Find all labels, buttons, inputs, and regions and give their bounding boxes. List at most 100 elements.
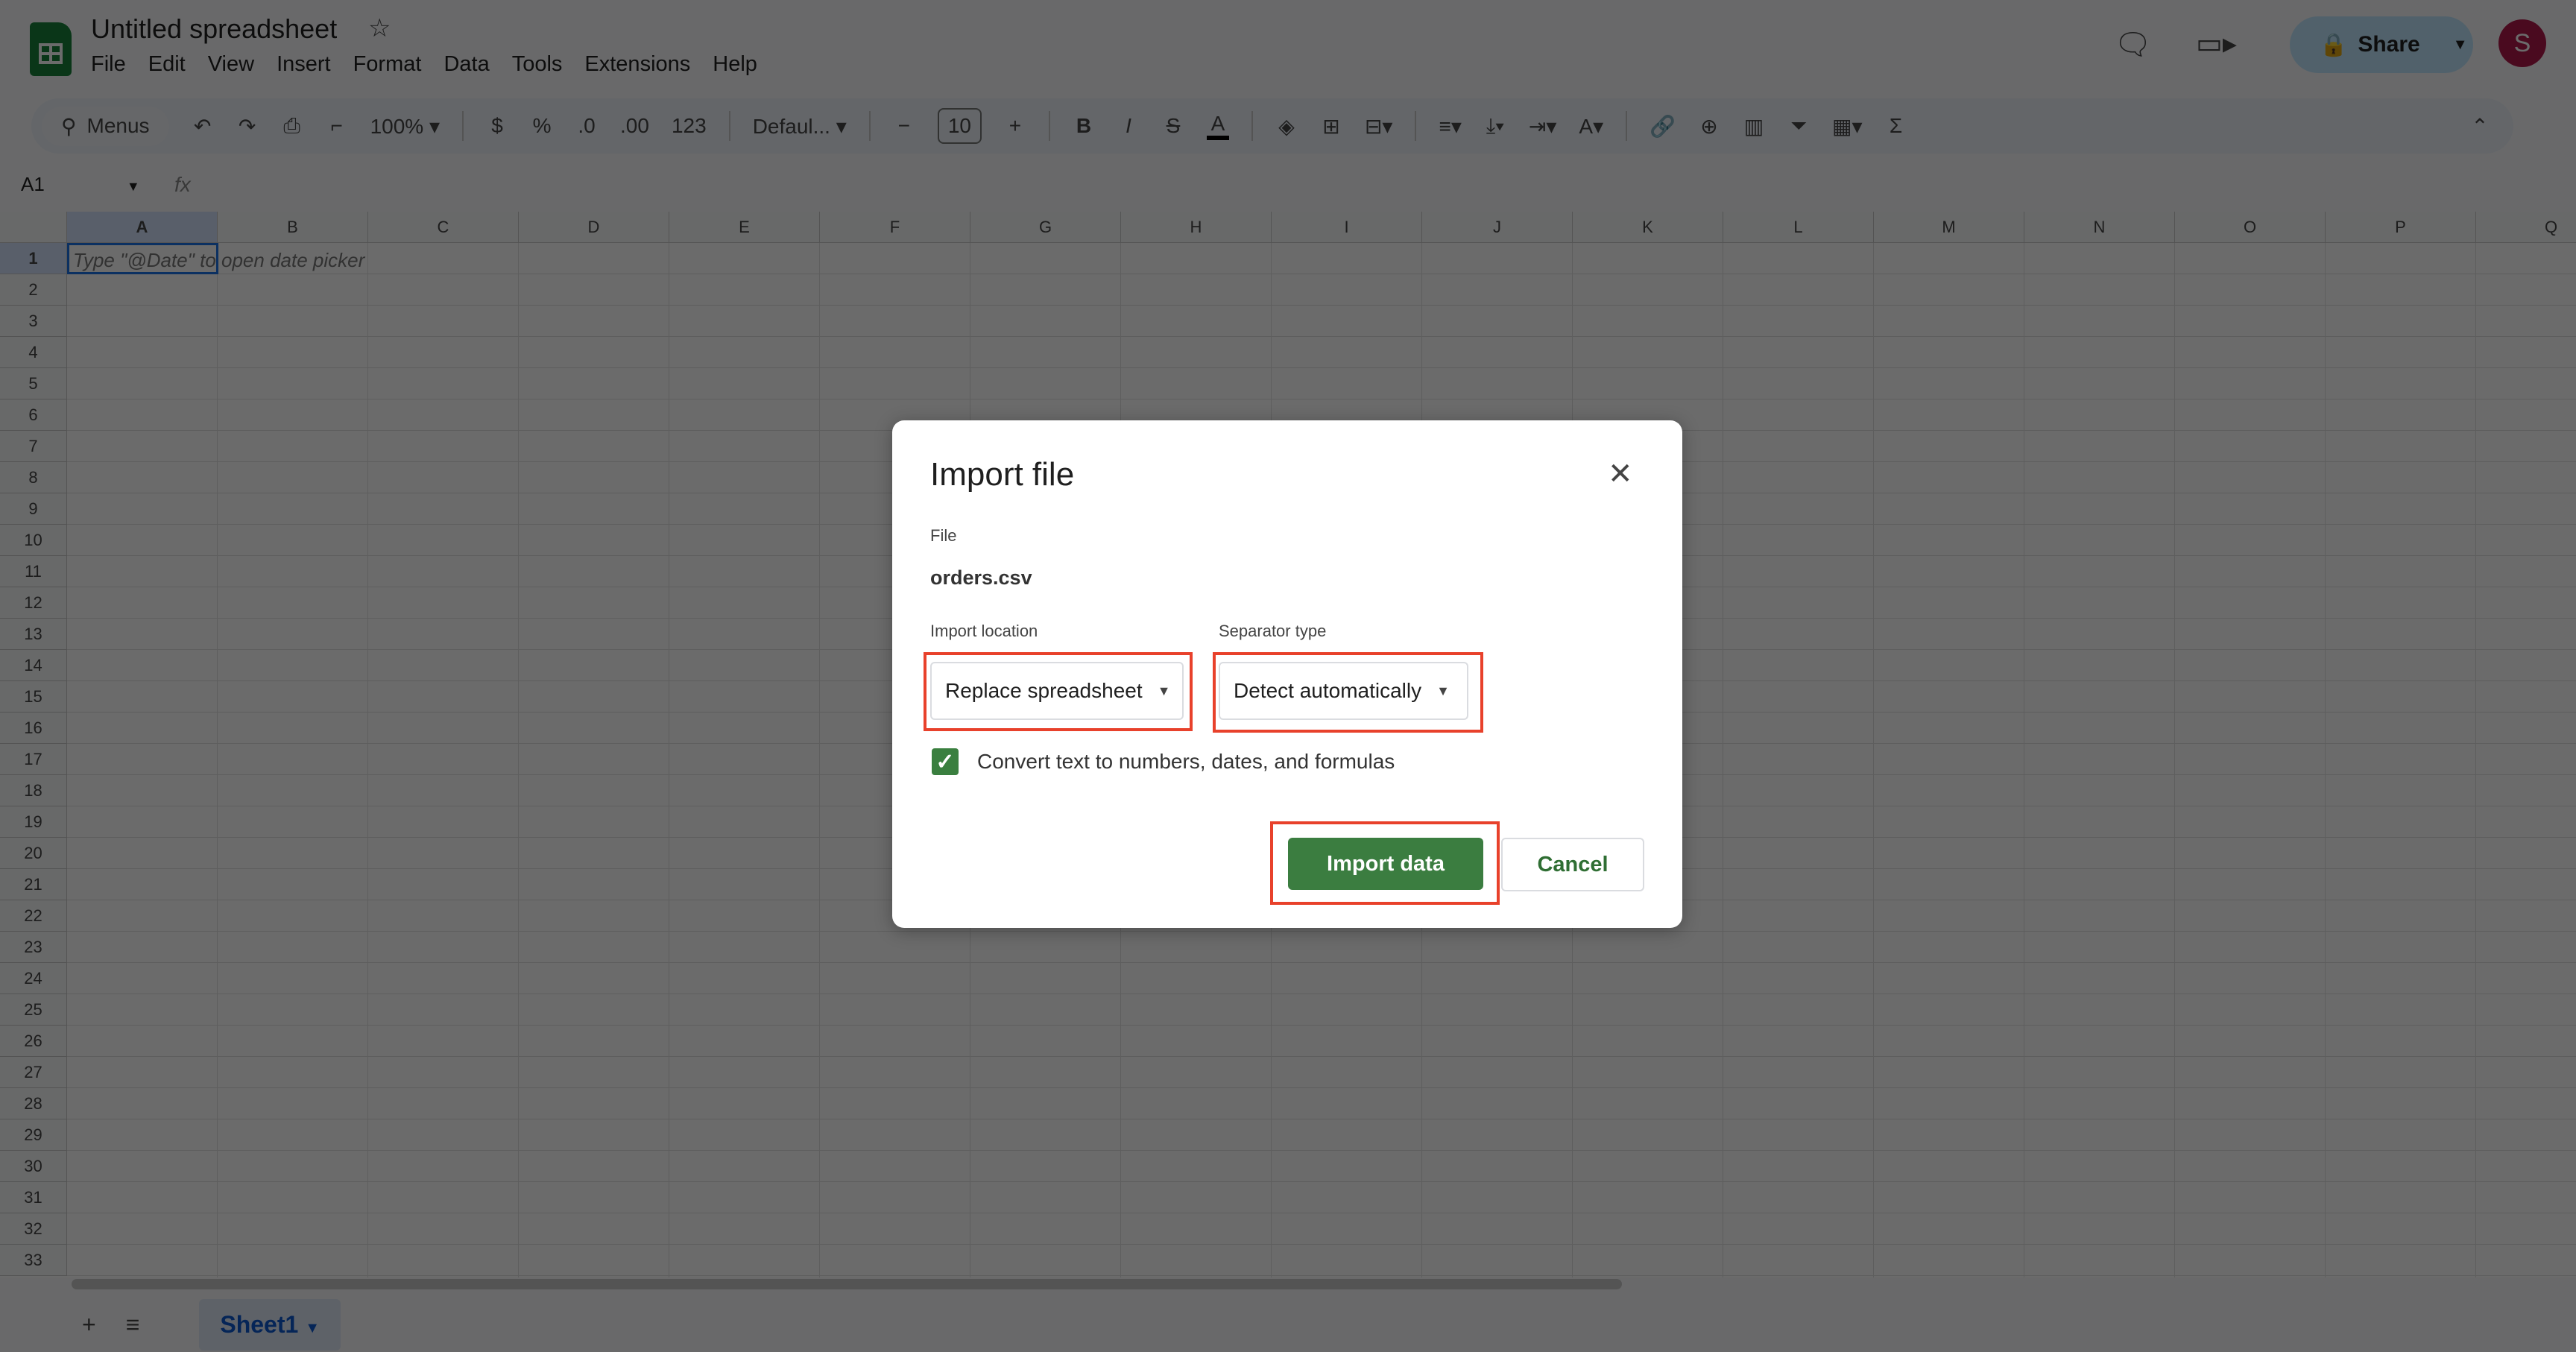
align-icon[interactable]: ≡▾ bbox=[1439, 114, 1461, 139]
horizontal-scrollbar[interactable] bbox=[72, 1279, 1622, 1289]
font-size-increase-icon[interactable]: + bbox=[1004, 114, 1026, 138]
column-header[interactable]: Q bbox=[2476, 212, 2576, 243]
column-header[interactable]: L bbox=[1723, 212, 1874, 243]
row-header[interactable]: 2 bbox=[0, 274, 67, 306]
column-header[interactable]: O bbox=[2175, 212, 2326, 243]
column-header[interactable]: C bbox=[368, 212, 519, 243]
column-header[interactable]: H bbox=[1121, 212, 1272, 243]
meet-icon[interactable]: ▭▸ bbox=[2196, 27, 2237, 60]
row-header[interactable]: 20 bbox=[0, 838, 67, 869]
share-button[interactable]: 🔒 Share ▼ bbox=[2290, 16, 2473, 73]
row-header[interactable]: 11 bbox=[0, 556, 67, 587]
document-title[interactable]: Untitled spreadsheet bbox=[91, 13, 337, 45]
vertical-align-icon[interactable]: ⤓▾ bbox=[1484, 114, 1506, 139]
row-header[interactable]: 3 bbox=[0, 306, 67, 337]
zoom-select[interactable]: 100% ▾ bbox=[370, 114, 440, 139]
menu-tools[interactable]: Tools bbox=[512, 52, 563, 77]
import-location-dropdown[interactable]: Replace spreadsheet ▼ bbox=[930, 662, 1184, 720]
name-box-dropdown-icon[interactable]: ▼ bbox=[127, 179, 140, 194]
separator-type-dropdown[interactable]: Detect automatically ▼ bbox=[1219, 662, 1468, 720]
import-data-button[interactable]: Import data bbox=[1288, 838, 1483, 890]
column-header[interactable]: I bbox=[1272, 212, 1422, 243]
italic-button[interactable]: I bbox=[1117, 114, 1140, 138]
menu-format[interactable]: Format bbox=[353, 52, 422, 77]
row-header[interactable]: 21 bbox=[0, 869, 67, 900]
comment-icon[interactable]: ⊕ bbox=[1698, 114, 1720, 139]
fill-color-icon[interactable]: ◈ bbox=[1275, 114, 1298, 139]
convert-text-label[interactable]: Convert text to numbers, dates, and form… bbox=[977, 750, 1395, 774]
column-header[interactable]: A bbox=[67, 212, 218, 243]
row-header[interactable]: 19 bbox=[0, 806, 67, 838]
row-header[interactable]: 29 bbox=[0, 1119, 67, 1151]
row-header[interactable]: 25 bbox=[0, 994, 67, 1026]
name-box[interactable]: A1 ▼ bbox=[21, 173, 140, 196]
row-header[interactable]: 12 bbox=[0, 587, 67, 619]
percent-button[interactable]: % bbox=[531, 114, 553, 138]
cancel-button[interactable]: Cancel bbox=[1501, 838, 1644, 891]
number-format-button[interactable]: 123 bbox=[672, 114, 707, 138]
row-header[interactable]: 23 bbox=[0, 932, 67, 963]
text-wrap-icon[interactable]: ⇥▾ bbox=[1529, 114, 1557, 139]
column-header[interactable]: P bbox=[2326, 212, 2476, 243]
menu-edit[interactable]: Edit bbox=[148, 52, 186, 77]
row-header[interactable]: 9 bbox=[0, 493, 67, 525]
sheet-tab-dropdown-icon[interactable]: ▼ bbox=[305, 1320, 320, 1336]
column-header[interactable]: E bbox=[669, 212, 820, 243]
filter-views-icon[interactable]: ▦▾ bbox=[1832, 114, 1863, 139]
row-header[interactable]: 7 bbox=[0, 431, 67, 462]
chart-icon[interactable]: ▥ bbox=[1743, 114, 1765, 139]
paint-format-icon[interactable]: ⌐ bbox=[326, 114, 348, 138]
sheet-tab-sheet1[interactable]: Sheet1 ▼ bbox=[199, 1299, 341, 1351]
row-header[interactable]: 4 bbox=[0, 337, 67, 368]
text-rotation-icon[interactable]: A▾ bbox=[1579, 114, 1603, 139]
search-menus-button[interactable]: ⚲ Menus bbox=[42, 106, 169, 146]
decrease-decimal-button[interactable]: .0 bbox=[575, 114, 598, 138]
bold-button[interactable]: B bbox=[1073, 114, 1095, 138]
functions-button[interactable]: Σ bbox=[1885, 114, 1907, 138]
column-header[interactable]: M bbox=[1874, 212, 2024, 243]
add-sheet-icon[interactable]: + bbox=[82, 1311, 96, 1339]
undo-icon[interactable]: ↶ bbox=[192, 114, 214, 139]
menu-file[interactable]: File bbox=[91, 52, 126, 77]
row-header[interactable]: 26 bbox=[0, 1026, 67, 1057]
row-header[interactable]: 16 bbox=[0, 713, 67, 744]
menu-help[interactable]: Help bbox=[713, 52, 757, 77]
currency-button[interactable]: $ bbox=[486, 114, 508, 138]
menu-data[interactable]: Data bbox=[443, 52, 489, 77]
row-header[interactable]: 27 bbox=[0, 1057, 67, 1088]
formula-bar[interactable]: fx bbox=[174, 173, 191, 197]
font-select[interactable]: Defaul... ▾ bbox=[753, 114, 847, 139]
close-icon[interactable]: ✕ bbox=[1608, 459, 1633, 489]
sheets-logo-icon[interactable] bbox=[30, 22, 72, 76]
row-header[interactable]: 33 bbox=[0, 1245, 67, 1276]
avatar[interactable]: S bbox=[2498, 19, 2546, 67]
column-header[interactable]: D bbox=[519, 212, 669, 243]
column-header[interactable]: J bbox=[1422, 212, 1573, 243]
all-sheets-icon[interactable]: ≡ bbox=[126, 1311, 140, 1339]
row-header[interactable]: 28 bbox=[0, 1088, 67, 1119]
redo-icon[interactable]: ↷ bbox=[236, 114, 259, 139]
print-icon[interactable]: ⎙ bbox=[281, 114, 303, 139]
borders-icon[interactable]: ⊞ bbox=[1320, 114, 1342, 139]
collapse-toolbar-icon[interactable]: ⌃ bbox=[2469, 114, 2491, 139]
menu-extensions[interactable]: Extensions bbox=[584, 52, 690, 77]
font-size-decrease-icon[interactable]: − bbox=[893, 114, 915, 138]
column-header[interactable]: N bbox=[2024, 212, 2175, 243]
share-dropdown-icon[interactable]: ▼ bbox=[2453, 37, 2468, 54]
comments-icon[interactable]: 🗨 bbox=[2114, 27, 2152, 62]
merge-cells-icon[interactable]: ⊟▾ bbox=[1365, 114, 1393, 139]
increase-decimal-button[interactable]: .00 bbox=[620, 114, 649, 138]
row-header[interactable]: 10 bbox=[0, 525, 67, 556]
column-header[interactable]: K bbox=[1573, 212, 1723, 243]
row-header[interactable]: 8 bbox=[0, 462, 67, 493]
column-header[interactable]: B bbox=[218, 212, 368, 243]
row-header[interactable]: 18 bbox=[0, 775, 67, 806]
row-header[interactable]: 24 bbox=[0, 963, 67, 994]
row-header[interactable]: 15 bbox=[0, 681, 67, 713]
select-all-corner[interactable] bbox=[0, 212, 67, 243]
text-color-button[interactable]: A bbox=[1206, 112, 1229, 140]
row-header[interactable]: 14 bbox=[0, 650, 67, 681]
row-header[interactable]: 30 bbox=[0, 1151, 67, 1182]
filter-icon[interactable]: ⏷ bbox=[1787, 114, 1810, 139]
row-header[interactable]: 6 bbox=[0, 399, 67, 431]
